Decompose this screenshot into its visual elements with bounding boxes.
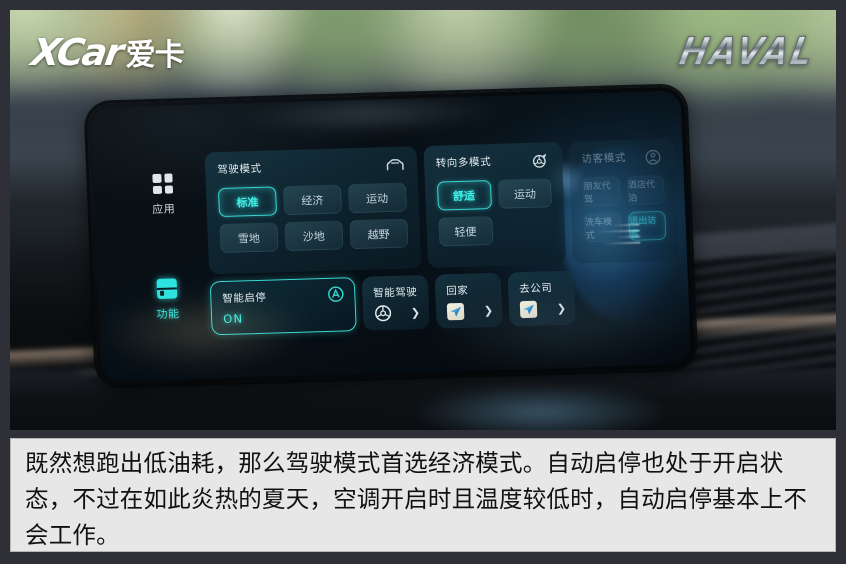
tile-intelligent-driving-title: 智能驾驶 xyxy=(373,286,418,300)
console-blue-reflection xyxy=(410,382,670,430)
xcar-watermark-logo: XCar 爱卡 xyxy=(28,30,185,74)
mode-button-economy[interactable]: 经济 xyxy=(282,184,342,216)
steering-button-light[interactable]: 轻便 xyxy=(437,216,493,247)
glass-glare-bottom-left xyxy=(98,287,312,374)
user-circle-icon xyxy=(645,149,661,165)
head-unit-bezel: 应用 功能 驾驶模式 xyxy=(86,86,696,386)
sidebar-item-apps-label: 应用 xyxy=(151,202,176,217)
glass-glare-top xyxy=(240,90,502,138)
panel-driving-mode: 驾驶模式 标准 经济 运动 雪地 沙地 越野 xyxy=(204,146,421,275)
grid-apps-icon xyxy=(152,173,174,195)
mode-panels-row: 驾驶模式 标准 经济 运动 雪地 沙地 越野 转向多模式 舒适 运动 轻便 访客… xyxy=(204,138,680,275)
caption-text: 既然想跑出低油耗，那么驾驶模式首选经济模式。自动启停也处于开启状态，不过在如此炎… xyxy=(25,449,808,549)
panel-guest-mode: 访客模式 朋友代驾 酒店代泊 洗车模式 退出访客 xyxy=(568,138,680,264)
panel-steering-mode-header: 转向多模式 xyxy=(435,152,551,181)
mode-button-sand[interactable]: 沙地 xyxy=(284,220,344,252)
steering-arrow-icon xyxy=(533,153,547,168)
glass-glare-bottom-right xyxy=(428,278,692,376)
xcar-logo-chinese: 爱卡 xyxy=(125,38,185,73)
caption-box: 既然想跑出低油耗，那么驾驶模式首选经济模式。自动启停也处于开启状态，不过在如此炎… xyxy=(10,438,836,552)
mode-button-offroad[interactable]: 越野 xyxy=(349,218,409,250)
head-unit-display[interactable]: 应用 功能 驾驶模式 xyxy=(90,90,692,382)
guest-button-exit-guest[interactable]: 退出访客 xyxy=(627,210,667,241)
auto-a-circle-icon xyxy=(328,286,344,302)
haval-watermark-logo: HAVAL xyxy=(675,29,819,75)
steering-mode-options: 舒适 运动 轻便 xyxy=(436,178,554,247)
panel-guest-mode-title: 访客模式 xyxy=(581,152,627,166)
mode-button-sport[interactable]: 运动 xyxy=(347,182,407,214)
steering-button-comfort[interactable]: 舒适 xyxy=(436,180,492,211)
car-front-icon xyxy=(386,159,404,171)
panel-driving-mode-title: 驾驶模式 xyxy=(216,162,262,177)
tile-intelligent-driving-chevron: ❯ xyxy=(410,305,421,319)
guest-button-car-wash[interactable]: 洗车模式 xyxy=(583,212,623,243)
panel-steering-mode-title: 转向多模式 xyxy=(435,156,492,170)
tile-intelligent-driving-body: ❯ xyxy=(374,303,421,322)
guest-button-hotel-valet[interactable]: 酒店代泊 xyxy=(626,174,665,205)
mode-button-snow[interactable]: 雪地 xyxy=(219,222,279,254)
steering-wheel-icon xyxy=(375,305,392,322)
screenshot-root: 应用 功能 驾驶模式 xyxy=(0,0,846,564)
vehicle-interior-photo: 应用 功能 驾驶模式 xyxy=(10,10,836,430)
mode-button-standard[interactable]: 标准 xyxy=(217,186,277,218)
sidebar-item-apps[interactable]: 应用 xyxy=(133,173,193,218)
steering-button-sport[interactable]: 运动 xyxy=(497,178,553,209)
driving-mode-options: 标准 经济 运动 雪地 沙地 越野 xyxy=(217,182,409,254)
guest-button-friend-driver[interactable]: 朋友代驾 xyxy=(582,176,621,207)
guest-mode-options: 朋友代驾 酒店代泊 洗车模式 退出访客 xyxy=(582,174,667,243)
panel-steering-mode: 转向多模式 舒适 运动 轻便 xyxy=(422,141,567,268)
steering-empty-slot xyxy=(499,214,554,245)
xcar-logo-latin: XCar xyxy=(28,30,125,74)
tile-intelligent-driving[interactable]: 智能驾驶 ❯ xyxy=(361,274,430,331)
panel-guest-mode-header: 访客模式 xyxy=(581,149,664,177)
